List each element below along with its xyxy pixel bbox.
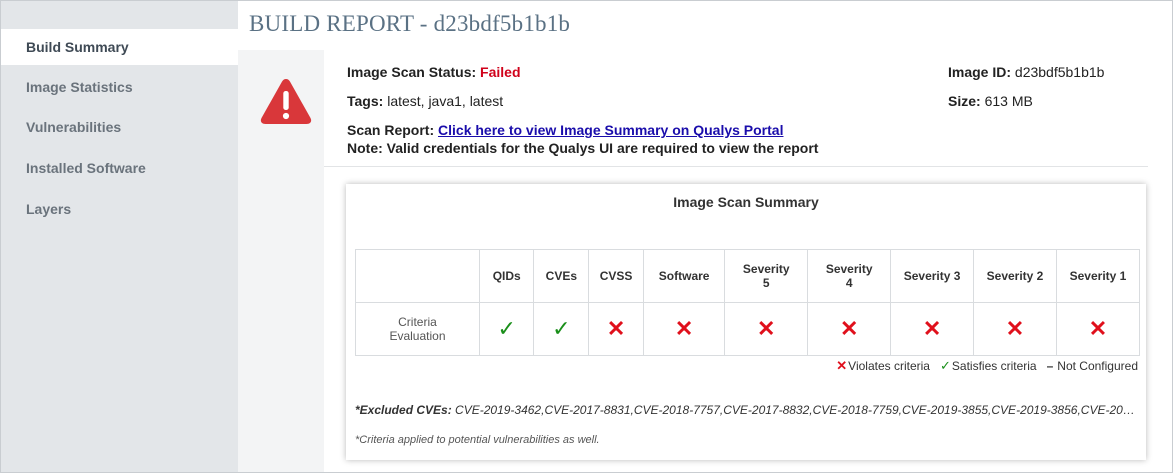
table-header-severity-2: Severity 2 bbox=[973, 249, 1057, 303]
result-severity-3: ✕ bbox=[890, 302, 975, 356]
scan-report: Scan Report: Click here to view Image Su… bbox=[347, 122, 783, 138]
scan-report-label: Scan Report: bbox=[347, 122, 435, 138]
image-id-label: Image ID: bbox=[948, 64, 1012, 80]
size-value: 613 MB bbox=[984, 93, 1033, 109]
criteria-table: QIDs CVEs CVSS Software Severity 5 Severi… bbox=[355, 249, 1141, 356]
check-icon: ✓ bbox=[497, 316, 516, 341]
table-row: Criteria Evaluation ✓ ✓ ✕ ✕ ✕ ✕ ✕ ✕ ✕ bbox=[355, 302, 1141, 356]
sidebar-item-layers[interactable]: Layers bbox=[1, 191, 238, 227]
tags: Tags: latest, java1, latest bbox=[347, 93, 503, 109]
sidebar-item-build-summary[interactable]: Build Summary bbox=[1, 29, 238, 65]
scan-status-value: Failed bbox=[480, 64, 521, 80]
result-cves: ✓ bbox=[533, 302, 590, 356]
table-header-blank bbox=[355, 249, 480, 303]
legend-satisfies: ✓ Satisfies criteria bbox=[939, 358, 1037, 373]
table-header-software: Software bbox=[642, 249, 726, 303]
result-cvss: ✕ bbox=[588, 302, 644, 356]
cross-icon: ✕ bbox=[839, 316, 859, 341]
scan-report-link[interactable]: Click here to view Image Summary on Qual… bbox=[438, 122, 783, 138]
image-id: Image ID: d23bdf5b1b1b bbox=[948, 64, 1104, 80]
table-header-severity-1: Severity 1 bbox=[1055, 249, 1141, 303]
sidebar-item-vulnerabilities[interactable]: Vulnerabilities bbox=[1, 109, 238, 145]
criteria-evaluation-label: Criteria Evaluation bbox=[355, 302, 480, 356]
image-id-value: d23bdf5b1b1b bbox=[1014, 64, 1105, 80]
table-header-qids: QIDs bbox=[478, 249, 535, 303]
table-header-row: QIDs CVEs CVSS Software Severity 5 Severi… bbox=[355, 249, 1141, 303]
divider bbox=[324, 166, 1148, 167]
cross-icon: ✕ bbox=[922, 316, 942, 341]
cross-icon: ✕ bbox=[1005, 316, 1025, 341]
sidebar-item-image-statistics[interactable]: Image Statistics bbox=[1, 69, 238, 105]
table-header-severity-3: Severity 3 bbox=[890, 249, 975, 303]
build-report-window: Build Summary Image Statistics Vulnerabi… bbox=[0, 0, 1173, 473]
table-header-cvss: CVSS bbox=[588, 249, 644, 303]
tags-value: latest, java1, latest bbox=[387, 93, 504, 109]
table-header-severity-5: Severity 5 bbox=[724, 249, 809, 303]
check-icon: ✓ bbox=[939, 358, 951, 373]
result-qids: ✓ bbox=[478, 302, 535, 356]
result-severity-1: ✕ bbox=[1055, 302, 1141, 356]
cross-icon: ✕ bbox=[1088, 316, 1108, 341]
scan-status-label: Image Scan Status: bbox=[347, 64, 477, 80]
result-severity-4: ✕ bbox=[807, 302, 892, 356]
warning-triangle-icon bbox=[260, 79, 312, 124]
sidebar-item-installed-software[interactable]: Installed Software bbox=[1, 150, 238, 186]
image-scan-summary-card: Image Scan Summary QIDs CVEs CVSS Softwa… bbox=[346, 184, 1146, 460]
result-severity-2: ✕ bbox=[973, 302, 1057, 356]
page-title: BUILD REPORT - d23bdf5b1b1b bbox=[249, 11, 571, 36]
check-icon: ✓ bbox=[552, 316, 571, 341]
table-header-severity-4: Severity 4 bbox=[807, 249, 892, 303]
credentials-note: Note: Valid credentials for the Qualys U… bbox=[347, 140, 819, 156]
cross-icon: ✕ bbox=[757, 316, 776, 341]
excluded-cves-value: CVE-2019-3462,CVE-2017-8831,CVE-2018-775… bbox=[455, 403, 1135, 417]
summary-title: Image Scan Summary bbox=[673, 194, 819, 210]
cross-icon: ✕ bbox=[836, 358, 848, 373]
image-scan-status: Image Scan Status: Failed bbox=[347, 64, 521, 80]
sidebar: Build Summary Image Statistics Vulnerabi… bbox=[1, 1, 238, 472]
table-header-cves: CVEs bbox=[533, 249, 590, 303]
excluded-cves-label: *Excluded CVEs: bbox=[355, 403, 452, 417]
legend: ✕ Violates criteria ✓ Satisfies criteria… bbox=[826, 358, 1138, 374]
dash-icon: – bbox=[1046, 359, 1054, 373]
status-content: Image Scan Status: Failed Tags: latest, … bbox=[324, 50, 1158, 472]
legend-not-configured: – Not Configured bbox=[1046, 359, 1138, 373]
tags-label: Tags: bbox=[347, 93, 384, 109]
result-severity-5: ✕ bbox=[724, 302, 809, 356]
image-size: Size: 613 MB bbox=[948, 93, 1033, 109]
excluded-cves: *Excluded CVEs: CVE-2019-3462,CVE-2017-8… bbox=[355, 403, 1135, 417]
criteria-footnote: *Criteria applied to potential vulnerabi… bbox=[355, 434, 600, 446]
legend-violates: ✕ Violates criteria bbox=[836, 358, 930, 373]
result-software: ✕ bbox=[642, 302, 726, 356]
cross-icon: ✕ bbox=[674, 316, 694, 341]
cross-icon: ✕ bbox=[606, 316, 626, 341]
size-label: Size: bbox=[948, 93, 981, 109]
main-panel: Image Scan Status: Failed Tags: latest, … bbox=[238, 50, 1158, 472]
